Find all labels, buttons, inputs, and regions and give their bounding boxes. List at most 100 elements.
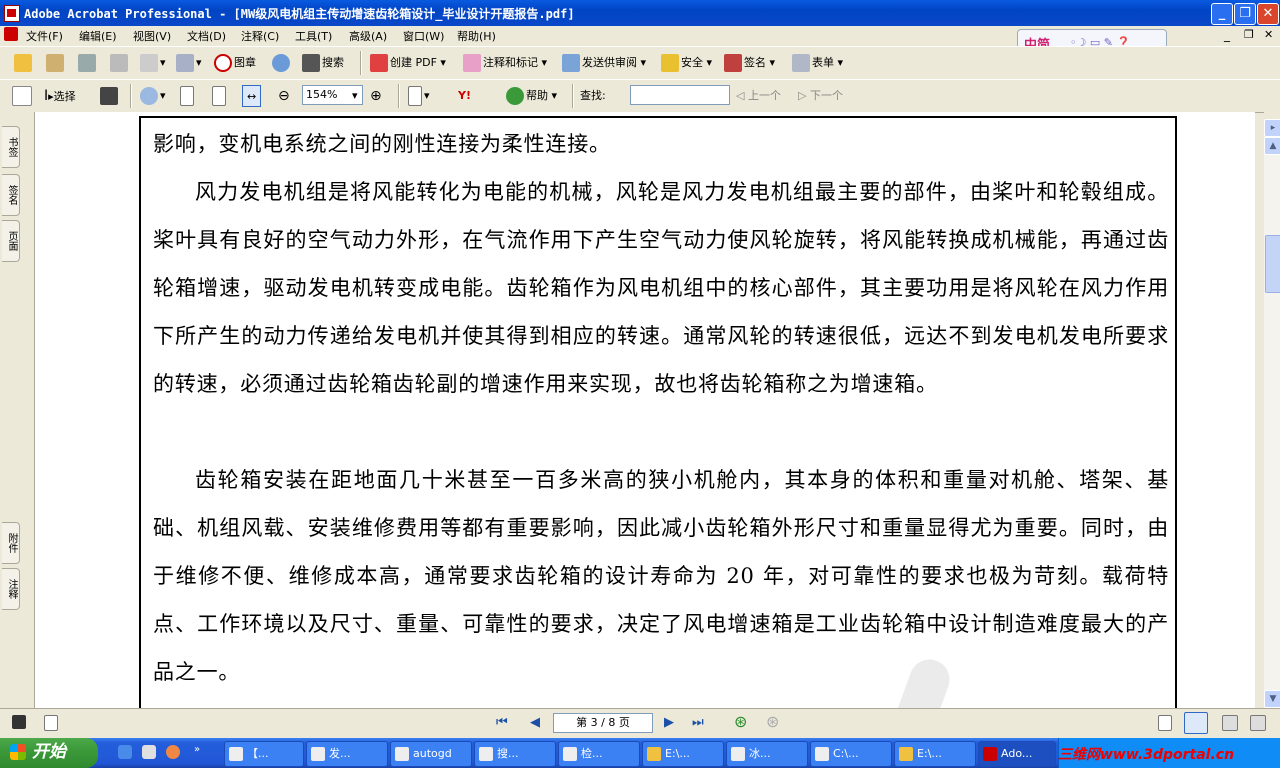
save-button[interactable] (78, 52, 98, 74)
vertical-scrollbar[interactable]: ▲ ▼ (1264, 137, 1280, 708)
comment-markup-button[interactable]: 注释和标记 ▾ (463, 52, 547, 74)
single-page-layout-icon[interactable] (1158, 715, 1172, 731)
print-button[interactable] (110, 52, 130, 74)
taskbar-item-active[interactable]: Ado... (978, 741, 1056, 767)
taskbar-item[interactable]: 发... (306, 741, 388, 767)
close-button[interactable]: ✕ (1257, 3, 1279, 25)
zoom-in-tool-button[interactable]: ▾ (140, 85, 166, 107)
zoom-out-button[interactable]: ⊖ (278, 85, 290, 107)
stamp-button[interactable]: 图章 (214, 52, 256, 74)
quicklaunch-chrome-icon[interactable] (166, 745, 180, 759)
quicklaunch-more-icon[interactable]: » (194, 744, 200, 755)
quicklaunch-ie-icon[interactable] (118, 745, 132, 759)
find-label: 查找: (580, 89, 606, 102)
help-button[interactable]: 帮助 ▾ (506, 85, 557, 107)
go-back-button[interactable]: ⊛ (734, 712, 747, 731)
scroll-down-button[interactable]: ▼ (1264, 690, 1280, 708)
save-icon (78, 54, 96, 72)
menu-advanced[interactable]: 高级(A) (349, 28, 387, 44)
task-label: C:\... (833, 747, 859, 760)
taskbar-item[interactable]: 【... (224, 741, 304, 767)
actual-size-button[interactable] (180, 85, 196, 107)
doc-close-icon[interactable]: ✕ (1264, 28, 1273, 41)
tab-attachments[interactable]: 附件 (2, 522, 20, 564)
create-pdf-label: 创建 PDF (390, 56, 437, 69)
hand-tool-button[interactable] (12, 85, 34, 107)
first-page-button[interactable]: ⏮ (496, 715, 508, 730)
folder-open-icon (14, 54, 32, 72)
secure-button[interactable]: 安全 ▾ (661, 52, 712, 74)
fit-page-button[interactable] (212, 85, 228, 107)
menu-tools[interactable]: 工具(T) (295, 28, 332, 44)
doc-minimize-icon[interactable]: _ (1224, 28, 1230, 42)
taskbar-item[interactable]: 检... (558, 741, 640, 767)
zoom-dropdown[interactable]: ▾ (352, 85, 358, 107)
sign-button[interactable]: 签名 ▾ (724, 52, 775, 74)
taskbar-item[interactable]: E:\... (894, 741, 976, 767)
taskbar-item[interactable]: C:\... (810, 741, 892, 767)
tab-pages[interactable]: 页面 (2, 220, 20, 262)
menu-file[interactable]: 文件(F) (26, 28, 63, 44)
acrobat-app-icon[interactable] (4, 5, 20, 22)
continuous-layout-icon[interactable] (1184, 712, 1208, 734)
page-info-icon[interactable] (44, 715, 58, 731)
menu-comments[interactable]: 注释(C) (241, 28, 279, 44)
paperclip-icon (176, 54, 194, 72)
secure-label: 安全 (681, 56, 703, 69)
last-page-button[interactable]: ⏭ (692, 715, 704, 730)
scroll-split-button[interactable]: ▸ (1264, 119, 1280, 137)
zoom-in-button[interactable]: ⊕ (370, 85, 382, 107)
yahoo-toolbar-button[interactable]: Y! (458, 85, 471, 107)
menu-help[interactable]: 帮助(H) (457, 28, 496, 44)
page-number-field[interactable]: 第 3 / 8 页 (553, 713, 653, 733)
organizer-button[interactable] (46, 52, 66, 74)
find-input[interactable] (630, 85, 730, 105)
email-button[interactable] (272, 52, 292, 74)
search-button[interactable]: 搜索 (302, 52, 344, 74)
menu-window[interactable]: 窗口(W) (403, 28, 444, 44)
facing-layout-icon[interactable] (1222, 715, 1238, 731)
go-forward-button[interactable]: ⊛ (766, 712, 779, 731)
tasks-button[interactable]: ▾ (140, 52, 166, 74)
forms-button[interactable]: 表单 ▾ (792, 52, 843, 74)
find-previous-button[interactable]: ◁ 上一个 (736, 85, 781, 107)
restore-button[interactable]: ❐ (1234, 3, 1256, 25)
create-pdf-button[interactable]: 创建 PDF ▾ (370, 52, 446, 74)
rotate-icon (408, 86, 422, 106)
monitor-icon[interactable] (12, 715, 26, 729)
taskbar-item[interactable]: 冰... (726, 741, 808, 767)
split-handle[interactable] (1264, 112, 1280, 119)
next-page-button[interactable]: ▶ (664, 715, 674, 730)
tab-signatures[interactable]: 签名 (2, 174, 20, 216)
pane-splitter[interactable] (22, 112, 35, 708)
scroll-up-button[interactable]: ▲ (1264, 137, 1280, 155)
quicklaunch-media-icon[interactable] (142, 745, 156, 759)
document-view[interactable]: 影响，变机电系统之间的刚性连接为柔性连接。 风力发电机组是将风能转化为电能的机械… (35, 112, 1255, 708)
select-tool-button[interactable]: I▸选择 (44, 85, 76, 107)
doc-restore-icon[interactable]: ❐ (1244, 28, 1254, 41)
start-button[interactable]: 开始 (0, 738, 98, 768)
rotate-button[interactable]: ▾ (408, 85, 430, 107)
taskbar-item[interactable]: autogd (390, 741, 472, 767)
previous-page-button[interactable]: ◀ (530, 715, 540, 730)
continuous-facing-layout-icon[interactable] (1250, 715, 1266, 731)
find-next-button[interactable]: ▷ 下一个 (798, 85, 843, 107)
minimize-button[interactable]: _ (1211, 3, 1233, 25)
menu-view[interactable]: 视图(V) (133, 28, 171, 44)
menu-edit[interactable]: 编辑(E) (79, 28, 117, 44)
taskbar-item[interactable]: E:\... (642, 741, 724, 767)
menu-document[interactable]: 文档(D) (187, 28, 226, 44)
tab-bookmarks[interactable]: 书签 (2, 126, 20, 168)
scroll-thumb[interactable] (1265, 235, 1280, 293)
toolbar-separator (360, 51, 362, 75)
fit-width-button[interactable]: ↔ (242, 85, 262, 107)
document-icon[interactable] (4, 27, 18, 41)
taskbar-item[interactable]: 搜... (474, 741, 556, 767)
open-button[interactable] (14, 52, 34, 74)
tab-comments[interactable]: 注释 (2, 568, 20, 610)
printer-icon (110, 54, 128, 72)
send-review-button[interactable]: 发送供审阅 ▾ (562, 52, 646, 74)
attach-button[interactable]: ▾ (176, 52, 202, 74)
send-review-label: 发送供审阅 (582, 56, 637, 69)
snapshot-button[interactable] (100, 85, 120, 107)
